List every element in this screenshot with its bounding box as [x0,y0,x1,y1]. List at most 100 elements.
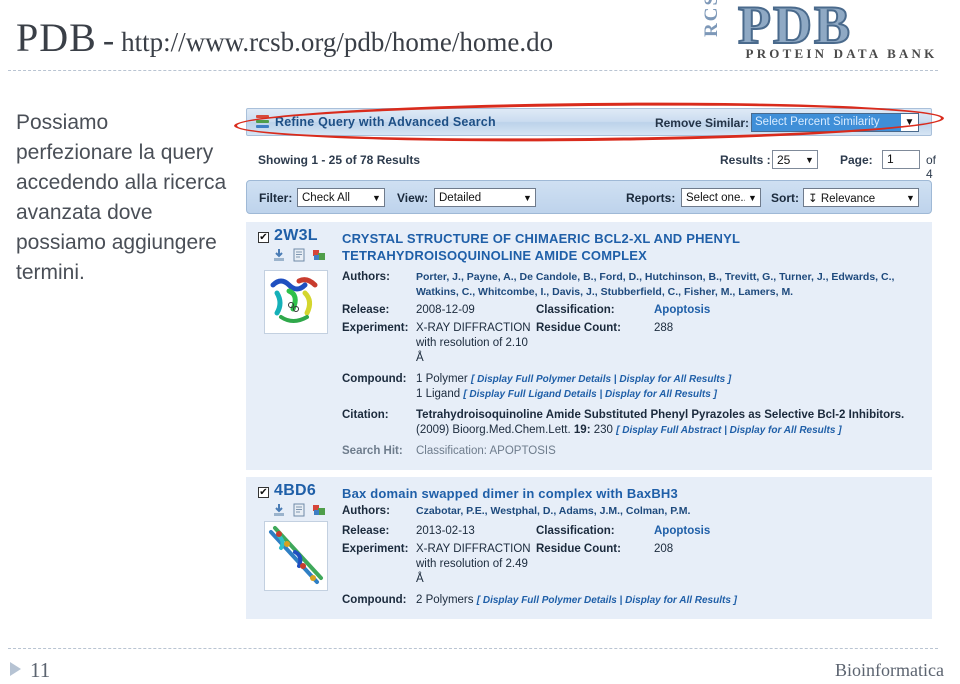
structure-thumbnail[interactable] [264,270,328,334]
filter-value: Check All [302,191,350,204]
view-value: Detailed [439,191,482,204]
chevron-down-icon: ▼ [906,192,915,203]
sort-value: ↧ Relevance [808,192,876,205]
release-value: 2008-12-09 [416,304,475,316]
percent-similarity-value: Select Percent Similarity [752,114,901,131]
residue-count-value: 208 [654,543,674,555]
pdb-id-link[interactable]: 4BD6 [274,482,316,500]
authors-label: Authors: [342,505,390,517]
result-title[interactable]: Bax domain swapped dimer in complex with… [342,485,932,502]
chevron-down-icon: ▼ [523,192,532,203]
classification-value[interactable]: Apoptosis [654,524,932,539]
results-per-page-label: Results : [720,153,771,167]
release-label: Release: [342,525,390,537]
document-icon[interactable] [292,503,306,517]
experiment-label: Experiment: [342,543,409,555]
page-number-input[interactable]: 1 [882,150,920,169]
page-total-label: of 4 [926,153,937,181]
remove-similar-label: Remove Similar: [654,116,749,130]
filter-label: Filter: [259,191,293,205]
compound-values: 2 Polymers [ Display Full Polymer Detail… [416,593,932,608]
header-divider [8,70,938,71]
compound-line: 2 Polymers [ Display Full Polymer Detail… [416,593,932,608]
release-classification-row: Release: 2013-02-13 Classification: Apop… [342,524,932,539]
release-label: Release: [342,304,390,316]
result-checkbox[interactable]: ✔ [258,232,269,243]
download-icon[interactable] [272,503,286,517]
release-classification-row: Release: 2008-12-09 Classification: Apop… [342,303,932,318]
chevron-down-icon: ▼ [901,114,918,131]
results-per-page-value: 25 [777,152,791,167]
sort-select[interactable]: ↧ Relevance ▼ [803,188,919,207]
authors-value[interactable]: Porter, J., Payne, A., De Candole, B., F… [416,270,932,300]
chevron-down-icon: ▼ [372,192,381,203]
title-main: PDB [16,15,97,60]
search-hit-value: Classification: APOPTOSIS [416,445,556,457]
release-value: 2013-02-13 [416,525,475,537]
download-icon[interactable] [272,248,286,262]
residue-count-value: 288 [654,322,674,334]
authors-value[interactable]: Czabotar, P.E., Westphal, D., Adams, J.M… [416,504,932,519]
classification-value[interactable]: Apoptosis [654,303,932,318]
result-checkbox[interactable]: ✔ [258,487,269,498]
footer-divider [8,648,938,649]
result-header: ✔ 4BD6 Bax domain swapped dimer in compl… [246,477,932,591]
rcsb-pdb-logo: RCSB PDB PROTEIN DATA BANK [701,0,944,64]
residue-count-label: Residue Count: [536,322,621,334]
pdb-id-link[interactable]: 2W3L [274,227,318,245]
citation-links[interactable]: [ Display Full Abstract | Display for Al… [616,425,841,436]
compound-row: Compound: 2 Polymers [ Display Full Poly… [342,593,932,608]
compound-row: Compound: 1 Polymer [ Display Full Polym… [342,372,932,402]
document-icon[interactable] [292,248,306,262]
results-summary-row: Showing 1 - 25 of 78 Results Results : 2… [246,150,936,181]
citation-page: 230 [593,424,613,436]
citation-volume: 19: [573,424,591,436]
reports-select[interactable]: Select one... ▼ [681,188,761,207]
narration-text: Possiamo perfezionare la query accedendo… [16,111,227,284]
citation-source-line: (2009) Bioorg.Med.Chem.Lett. 19: 230 [ D… [416,423,932,438]
compound-links[interactable]: [ Display Full Ligand Details | Display … [463,389,717,400]
result-separator [246,470,932,477]
result-title[interactable]: CRYSTAL STRUCTURE OF CHIMAERIC BCL2-XL A… [342,230,932,264]
refine-query-link[interactable]: Refine Query with Advanced Search [275,115,496,129]
experiment-value: X-RAY DIFFRACTION with resolution of 2.4… [416,543,531,585]
result-fields: Authors: Czabotar, P.E., Westphal, D., A… [342,502,932,619]
page-title: PDB - http://www.rcsb.org/pdb/home/home.do [16,14,553,61]
filter-select[interactable]: Check All ▼ [297,188,385,207]
classification-label: Classification: [536,525,615,537]
citation-title[interactable]: Tetrahydroisoquinoline Amide Substituted… [416,408,932,423]
view-label: View: [397,191,429,205]
title-url: http://www.rcsb.org/pdb/home/home.do [121,27,554,57]
percent-similarity-select[interactable]: Select Percent Similarity ▼ [751,113,919,132]
result-entry: ✔ 2W3L CRYSTAL STRUCTURE OF CHIMAERIC BC… [246,222,932,470]
showing-results-text: Showing 1 - 25 of 78 Results [258,153,421,167]
result-action-icons [272,503,328,518]
compound-text: 2 Polymers [416,594,474,606]
pdb-search-results-screenshot: Refine Query with Advanced Search Remove… [233,99,945,625]
compound-links[interactable]: [ Display Full Polymer Details | Display… [471,374,731,385]
compound-values: 1 Polymer [ Display Full Polymer Details… [416,372,932,402]
sort-label: Sort: [771,191,799,205]
view-select[interactable]: Detailed ▼ [434,188,536,207]
chevron-down-icon: ▼ [748,192,757,203]
compound-label: Compound: [342,594,407,606]
title-dash: - [102,22,116,59]
structure-view-icon[interactable] [312,248,326,262]
compound-links[interactable]: [ Display Full Polymer Details | Display… [477,595,737,606]
slide-number: 11 [30,658,51,682]
results-per-page-select[interactable]: 25 ▼ [772,150,818,169]
page-label: Page: [840,153,873,167]
slide-header: PDB - http://www.rcsb.org/pdb/home/home.do… [0,0,960,76]
footer-course-label: Bioinformatica [835,660,944,680]
search-results-list: ✔ 2W3L CRYSTAL STRUCTURE OF CHIMAERIC BC… [246,222,932,619]
result-fields: Authors: Porter, J., Payne, A., De Cando… [342,264,932,470]
experiment-label: Experiment: [342,322,409,334]
stacked-layers-icon [256,115,269,130]
citation-label: Citation: [342,409,389,421]
authors-row: Authors: Porter, J., Payne, A., De Cando… [342,270,932,300]
experiment-residue-row: Experiment: X-RAY DIFFRACTION with resol… [342,542,932,587]
result-header: ✔ 2W3L CRYSTAL STRUCTURE OF CHIMAERIC BC… [246,222,932,334]
structure-view-icon[interactable] [312,503,326,517]
result-entry: ✔ 4BD6 Bax domain swapped dimer in compl… [246,477,932,619]
structure-thumbnail[interactable] [264,521,328,591]
